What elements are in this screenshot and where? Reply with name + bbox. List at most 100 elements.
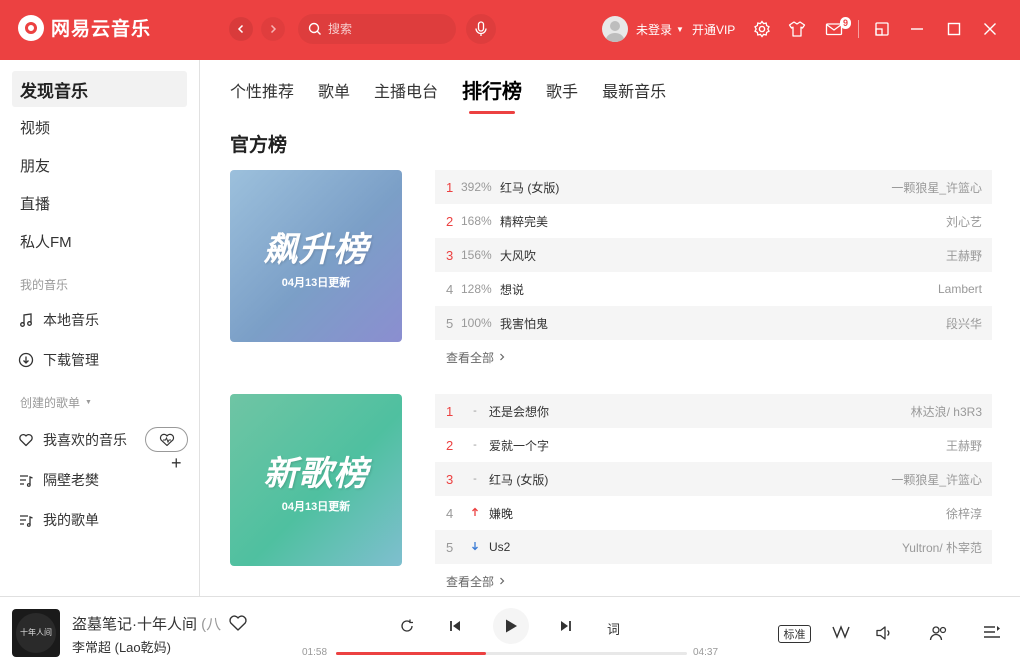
sidebar-item-downloads[interactable]: 下载管理 [18, 350, 99, 370]
sidebar-item-friends[interactable]: 朋友 [12, 147, 187, 183]
artist-name[interactable]: 徐梓淳 [946, 505, 982, 522]
table-row[interactable]: 3 156% 大风吹 王赫野 [435, 238, 992, 272]
song-title[interactable]: 爱就一个字 [489, 437, 946, 454]
play-mode-button[interactable] [398, 617, 416, 635]
sidebar-item-video[interactable]: 视频 [12, 109, 187, 145]
song-title[interactable]: 红马 (女版) [489, 471, 891, 488]
chevron-right-icon [270, 24, 277, 34]
search-box[interactable] [298, 14, 456, 44]
sidebar-item-liked-music[interactable]: 我喜欢的音乐 [18, 430, 127, 450]
created-playlists-title[interactable]: 创建的歌单 ▼ [20, 394, 92, 411]
song-title[interactable]: 红马 (女版) [500, 179, 891, 196]
close-button[interactable] [980, 19, 1000, 39]
user-area[interactable]: 未登录 ▼ 开通VIP [602, 16, 735, 42]
skin-button[interactable] [787, 19, 807, 39]
artist-name[interactable]: 王赫野 [946, 437, 982, 454]
like-button[interactable] [228, 614, 248, 637]
table-row[interactable]: 2 168% 精粹完美 刘心艺 [435, 204, 992, 238]
now-playing-artist[interactable]: 李常超 (Lao乾妈) [72, 637, 171, 656]
sidebar-item-fm[interactable]: 私人FM [12, 223, 187, 259]
song-title[interactable]: 大风吹 [500, 247, 946, 264]
table-row[interactable]: 4 128% 想说 Lambert [435, 272, 992, 306]
tab-radio[interactable]: 主播电台 [374, 78, 438, 110]
search-icon [308, 22, 321, 35]
sound-quality-button[interactable]: 标准 [778, 625, 811, 643]
listen-together-button[interactable] [928, 623, 950, 643]
song-title[interactable]: 还是会想你 [489, 403, 911, 420]
rank-number: 3 [446, 247, 454, 263]
sidebar-item-playlist[interactable]: 我的歌单 [18, 510, 99, 530]
maximize-button[interactable] [944, 19, 964, 39]
mini-mode-button[interactable] [872, 19, 892, 39]
now-playing-title[interactable]: 盗墓笔记·十年人间 (八 [72, 613, 221, 634]
song-title[interactable]: 想说 [500, 281, 938, 298]
current-time: 01:58 [302, 647, 328, 658]
artist-name[interactable]: Lambert [938, 282, 982, 296]
album-art[interactable]: 十年人间 [12, 609, 60, 657]
add-playlist-button[interactable]: + [171, 453, 182, 474]
song-title[interactable]: 嫌晚 [489, 505, 946, 522]
artist-name[interactable]: Yultron/ 朴宰范 [902, 539, 982, 556]
table-row[interactable]: 2 - 爱就一个字 王赫野 [435, 428, 992, 462]
see-all-link[interactable]: 查看全部 [435, 340, 992, 374]
song-title-overflow: (八 [201, 616, 222, 633]
back-button[interactable] [229, 17, 253, 41]
tab-artists[interactable]: 歌手 [546, 78, 578, 110]
table-row[interactable]: 5 100% 我害怕鬼 段兴华 [435, 306, 992, 340]
voice-search-button[interactable] [466, 14, 496, 44]
user-name[interactable]: 未登录 [636, 21, 672, 38]
song-title[interactable]: 我害怕鬼 [500, 315, 946, 332]
song-title[interactable]: 精粹完美 [500, 213, 946, 230]
sidebar-item-local-music[interactable]: 本地音乐 [18, 310, 99, 330]
table-row[interactable]: 5 Us2 Yultron/ 朴宰范 [435, 530, 992, 564]
rank-number: 1 [446, 179, 454, 195]
forward-button[interactable] [261, 17, 285, 41]
previous-button[interactable] [446, 617, 464, 635]
search-input[interactable] [328, 22, 438, 36]
avatar[interactable] [602, 16, 628, 42]
sidebar-item-playlist[interactable]: 隔壁老樊 [18, 470, 99, 490]
app-logo[interactable]: 网易云音乐 [18, 14, 151, 41]
artist-name[interactable]: 段兴华 [946, 315, 982, 332]
song-title[interactable]: Us2 [489, 540, 902, 554]
sidebar: 发现音乐 视频 朋友 直播 私人FM 我的音乐 本地音乐 下载管理 创建的歌单 … [0, 60, 200, 596]
chart-cover-soaring[interactable]: 飙升榜 04月13日更新 [230, 170, 402, 342]
sidebar-item-discover[interactable]: 发现音乐 [12, 71, 187, 107]
tab-playlists[interactable]: 歌单 [318, 78, 350, 110]
artist-name[interactable]: 一颗狼星_许篮心 [891, 471, 982, 488]
progress-bar[interactable] [336, 652, 687, 655]
sidebar-item-label: 我喜欢的音乐 [43, 432, 127, 448]
heartbeat-icon [159, 433, 174, 446]
tshirt-icon [788, 21, 806, 37]
artist-name[interactable]: 刘心艺 [946, 213, 982, 230]
volume-icon [876, 626, 890, 640]
chart-cover-new-songs[interactable]: 新歌榜 04月13日更新 [230, 394, 402, 566]
sidebar-item-live[interactable]: 直播 [12, 185, 187, 221]
tab-recommend[interactable]: 个性推荐 [230, 78, 294, 110]
vip-button[interactable]: 开通VIP [692, 21, 735, 38]
artist-name[interactable]: 林达浪/ h3R3 [911, 403, 982, 420]
lyrics-button[interactable]: 词 [607, 619, 620, 638]
artist-name[interactable]: 王赫野 [946, 247, 982, 264]
playlist-queue-button[interactable] [981, 621, 1003, 643]
rank-number: 1 [446, 403, 454, 419]
play-button[interactable] [493, 608, 529, 644]
settings-button[interactable] [752, 19, 772, 39]
song-title: 盗墓笔记·十年人间 [72, 616, 197, 633]
heartbeat-mode-button[interactable] [145, 427, 188, 452]
table-row[interactable]: 3 - 红马 (女版) 一颗狼星_许篮心 [435, 462, 992, 496]
gear-icon [754, 20, 770, 38]
table-row[interactable]: 4 嫌晚 徐梓淳 [435, 496, 992, 530]
rank-number: 2 [446, 437, 454, 453]
tab-new-music[interactable]: 最新音乐 [602, 78, 666, 110]
volume-button[interactable] [873, 623, 895, 643]
tab-charts[interactable]: 排行榜 [462, 75, 522, 114]
sound-effect-button[interactable] [830, 623, 852, 643]
artist-name[interactable]: 一颗狼星_许篮心 [891, 179, 982, 196]
next-button[interactable] [557, 617, 575, 635]
caret-down-icon[interactable]: ▼ [676, 25, 684, 34]
table-row[interactable]: 1 - 还是会想你 林达浪/ h3R3 [435, 394, 992, 428]
see-all-link[interactable]: 查看全部 [435, 564, 992, 596]
minimize-button[interactable] [907, 19, 927, 39]
table-row[interactable]: 1 392% 红马 (女版) 一颗狼星_许篮心 [435, 170, 992, 204]
